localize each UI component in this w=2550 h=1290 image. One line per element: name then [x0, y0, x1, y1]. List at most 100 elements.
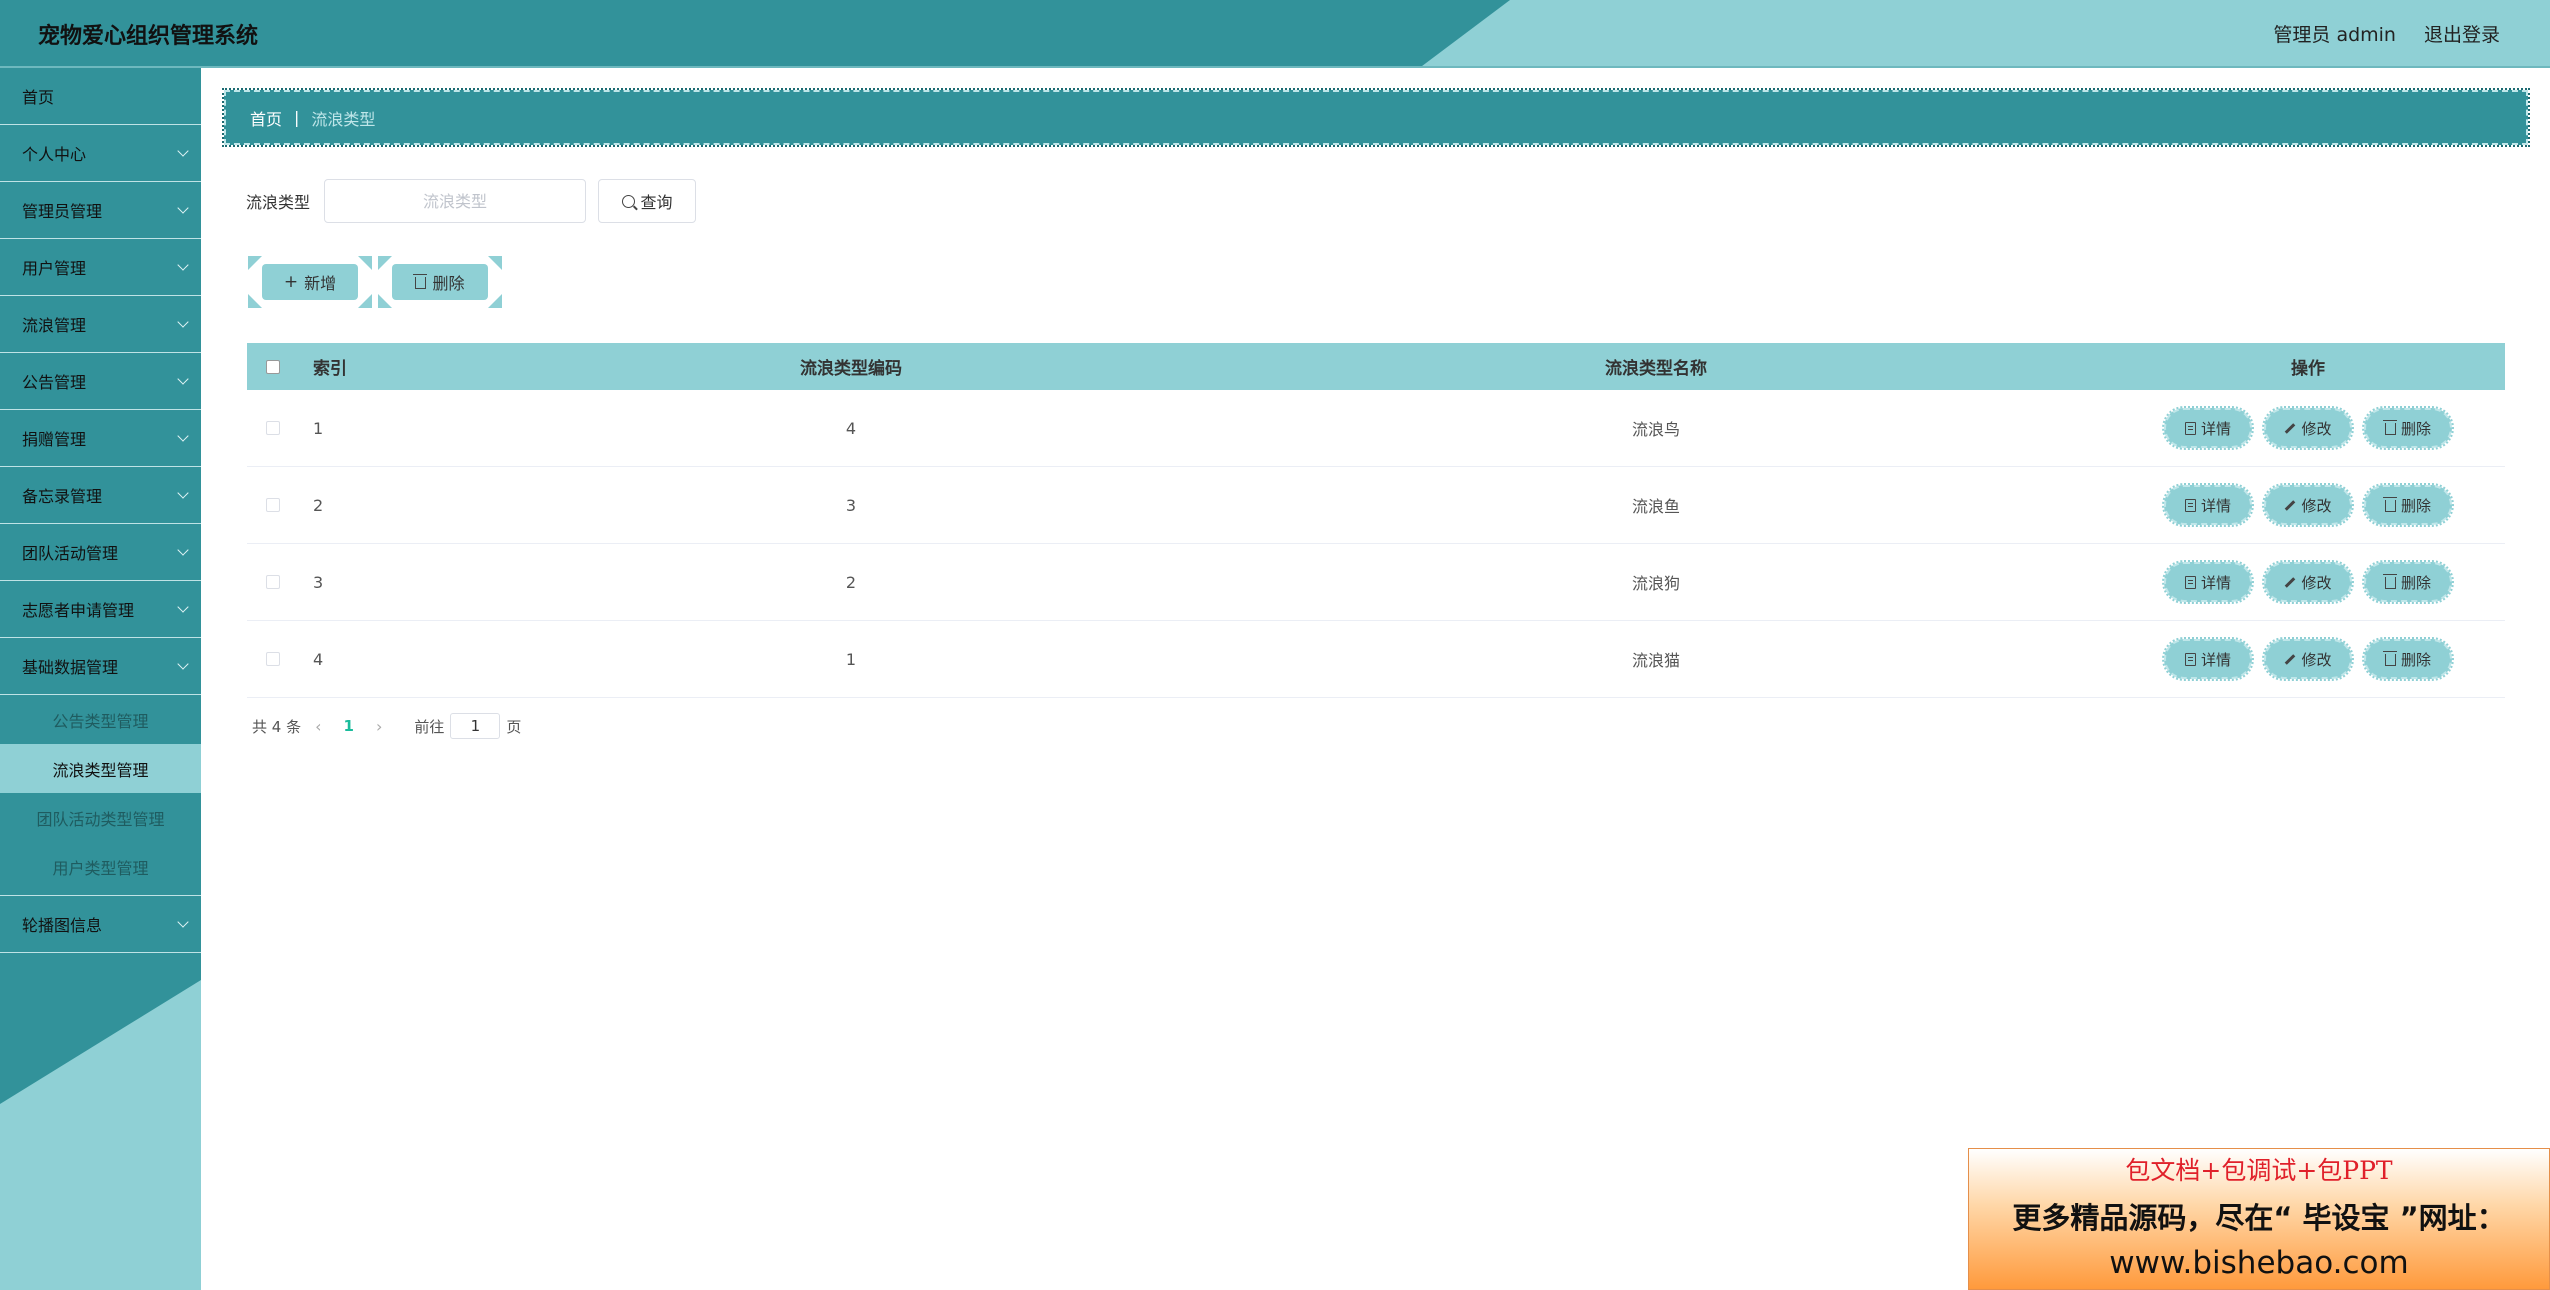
page-suffix: 页: [506, 717, 522, 736]
trash-icon: [413, 274, 428, 289]
sidebar-item-volunteer[interactable]: 志愿者申请管理: [0, 581, 201, 638]
sidebar-item-stray[interactable]: 流浪管理: [0, 296, 201, 353]
breadcrumb-current: 流浪类型: [311, 109, 376, 129]
chevron-down-icon: [177, 487, 189, 499]
row-checkbox[interactable]: [266, 652, 280, 666]
chevron-down-icon: [177, 316, 189, 328]
document-icon: [2184, 421, 2196, 435]
table-row: 3 2 流浪狗 详情 修改 删除: [247, 544, 2505, 621]
sidebar-item-team-activity[interactable]: 团队活动管理: [0, 524, 201, 581]
chevron-down-icon: [177, 430, 189, 442]
cell-name: 流浪狗: [1631, 574, 1680, 593]
edit-button[interactable]: 修改: [2262, 483, 2354, 527]
cell-index: 4: [313, 649, 324, 669]
header-ops: 操作: [2291, 359, 2325, 379]
sidebar-submenu: 公告类型管理 流浪类型管理 团队活动类型管理 用户类型管理: [0, 695, 201, 896]
row-checkbox[interactable]: [266, 421, 280, 435]
chevron-down-icon: [177, 544, 189, 556]
promo-url: www.bishebao.com: [2109, 1245, 2409, 1281]
document-icon: [2184, 575, 2196, 589]
cell-index: 2: [313, 495, 324, 515]
delete-button[interactable]: 删除: [2362, 637, 2454, 681]
prev-page-button[interactable]: ‹: [315, 717, 321, 736]
detail-button[interactable]: 详情: [2162, 560, 2254, 604]
sidebar-item-users[interactable]: 用户管理: [0, 239, 201, 296]
delete-button[interactable]: 删除: [2362, 406, 2454, 450]
submenu-item-notice-type[interactable]: 公告类型管理: [0, 695, 201, 744]
pencil-icon: [2285, 576, 2296, 588]
cell-code: 4: [845, 418, 857, 438]
table-header: 索引 流浪类型编码 流浪类型名称 操作: [247, 343, 2505, 390]
promo-banner[interactable]: 包文档+包调试+包PPT 更多精品源码，尽在“ 毕设宝 ”网址： www.bis…: [1968, 1148, 2550, 1290]
sidebar-item-profile[interactable]: 个人中心: [0, 125, 201, 182]
sidebar-item-carousel[interactable]: 轮播图信息: [0, 896, 201, 953]
sidebar-item-home[interactable]: 首页: [0, 68, 201, 125]
trash-icon: [2382, 651, 2397, 666]
cell-name: 流浪鸟: [1631, 420, 1680, 439]
cell-index: 3: [313, 572, 324, 592]
toolbar: + 新增 删除: [246, 256, 502, 308]
search-bar: 流浪类型 查询: [246, 178, 697, 224]
chevron-down-icon: [177, 259, 189, 271]
admin-user-label[interactable]: 管理员 admin: [2273, 20, 2396, 47]
pencil-icon: [2285, 653, 2296, 665]
data-table: 索引 流浪类型编码 流浪类型名称 操作 1 4 流浪鸟 详情 修改 删除 2 3…: [247, 343, 2505, 698]
edit-button[interactable]: 修改: [2262, 560, 2354, 604]
sidebar-item-memo[interactable]: 备忘录管理: [0, 467, 201, 524]
delete-button[interactable]: 删除: [2362, 560, 2454, 604]
cell-name: 流浪鱼: [1631, 497, 1680, 516]
edit-button[interactable]: 修改: [2262, 406, 2354, 450]
promo-line-1: 包文档+包调试+包PPT: [2125, 1156, 2393, 1185]
chevron-down-icon: [177, 916, 189, 928]
sidebar-item-donation[interactable]: 捐赠管理: [0, 410, 201, 467]
goto-page-input[interactable]: [450, 713, 501, 739]
cell-index: 1: [313, 418, 324, 438]
query-button[interactable]: 查询: [598, 179, 697, 223]
edit-button[interactable]: 修改: [2262, 637, 2354, 681]
chevron-down-icon: [177, 145, 189, 157]
delete-button[interactable]: 删除: [2362, 483, 2454, 527]
detail-button[interactable]: 详情: [2162, 483, 2254, 527]
document-icon: [2184, 498, 2196, 512]
detail-button[interactable]: 详情: [2162, 637, 2254, 681]
trash-icon: [2382, 420, 2397, 435]
goto-page: 前往 页: [414, 713, 521, 739]
row-checkbox[interactable]: [266, 498, 280, 512]
cell-name: 流浪猫: [1631, 651, 1680, 670]
sidebar-item-admin[interactable]: 管理员管理: [0, 182, 201, 239]
sidebar-decoration: [0, 980, 201, 1290]
logout-button[interactable]: 退出登录: [2424, 20, 2500, 47]
trash-icon: [2382, 574, 2397, 589]
promo-line-2: 更多精品源码，尽在“ 毕设宝 ”网址：: [2012, 1201, 2506, 1235]
chevron-down-icon: [177, 601, 189, 613]
header-index: 索引: [313, 359, 347, 379]
pagination: 共 4 条 ‹ 1 › 前往 页: [252, 713, 521, 739]
document-icon: [2184, 652, 2196, 666]
chevron-down-icon: [177, 202, 189, 214]
page-number-1[interactable]: 1: [336, 717, 362, 735]
submenu-item-team-activity-type[interactable]: 团队活动类型管理: [0, 793, 201, 842]
app-title: 宠物爱心组织管理系统: [38, 24, 259, 49]
cell-code: 3: [845, 495, 857, 515]
search-label: 流浪类型: [246, 193, 311, 212]
sidebar-menu: 首页 个人中心 管理员管理 用户管理 流浪管理 公告管理 捐赠管理 备忘录管理 …: [0, 68, 201, 953]
goto-label: 前往: [414, 717, 445, 736]
submenu-item-user-type[interactable]: 用户类型管理: [0, 842, 201, 891]
sidebar: 首页 个人中心 管理员管理 用户管理 流浪管理 公告管理 捐赠管理 备忘录管理 …: [0, 68, 201, 1290]
plus-icon: +: [283, 271, 299, 292]
select-all-checkbox[interactable]: [266, 359, 280, 374]
submenu-item-stray-type[interactable]: 流浪类型管理: [0, 744, 201, 793]
sidebar-item-notice[interactable]: 公告管理: [0, 353, 201, 410]
pagination-total: 共 4 条: [252, 717, 302, 736]
sidebar-item-base-data[interactable]: 基础数据管理: [0, 638, 201, 695]
next-page-button[interactable]: ›: [376, 717, 382, 736]
search-input[interactable]: [324, 179, 587, 223]
detail-button[interactable]: 详情: [2162, 406, 2254, 450]
top-header: 宠物爱心组织管理系统 管理员 admin 退出登录: [0, 0, 2550, 68]
batch-delete-button[interactable]: 删除: [376, 256, 502, 308]
breadcrumb-home[interactable]: 首页: [250, 106, 282, 130]
add-button[interactable]: + 新增: [246, 256, 372, 308]
row-checkbox[interactable]: [266, 575, 280, 589]
trash-icon: [2382, 497, 2397, 512]
cell-code: 2: [845, 572, 857, 592]
